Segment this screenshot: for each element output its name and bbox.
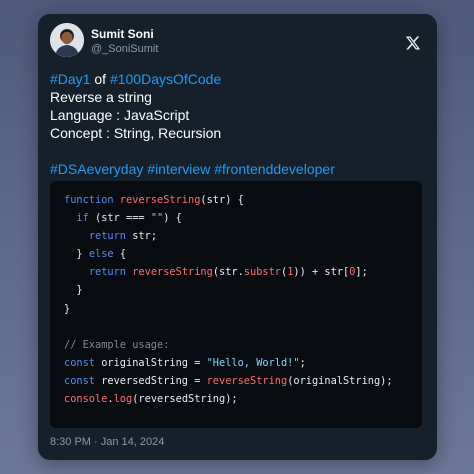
tweet-card: Sumit Soni @_SoniSumit #Day1 of #100Days… bbox=[38, 14, 437, 460]
code-token: reverseString bbox=[206, 374, 288, 387]
code-line: console.log(reversedString); bbox=[64, 390, 393, 408]
code-token: (originalString); bbox=[287, 374, 393, 387]
tweet-line-2: Reverse a string bbox=[50, 89, 152, 105]
code-token: reversedString = bbox=[95, 374, 207, 387]
code-token: const bbox=[64, 374, 95, 387]
hashtag-link[interactable]: #frontenddeveloper bbox=[214, 161, 335, 177]
code-block: function reverseString(str) { if (str ==… bbox=[64, 191, 393, 408]
code-token: } bbox=[64, 302, 71, 315]
hashtag-link[interactable]: #interview bbox=[147, 161, 210, 177]
code-token: (str === bbox=[88, 212, 151, 225]
code-token: function bbox=[64, 194, 120, 206]
code-token: ; bbox=[299, 356, 306, 369]
avatar-icon[interactable] bbox=[50, 23, 84, 57]
code-token: return bbox=[88, 230, 127, 243]
code-token: } bbox=[64, 248, 89, 261]
code-line: } bbox=[64, 300, 393, 318]
hashtag-link[interactable]: #100DaysOfCode bbox=[110, 71, 221, 87]
code-token: originalString = bbox=[95, 356, 207, 369]
tweet-text: #Day1 of #100DaysOfCode Reverse a string… bbox=[50, 70, 422, 178]
code-token: reverseString bbox=[132, 266, 213, 279]
code-line: return reverseString(str.substr(1)) + st… bbox=[64, 263, 393, 281]
code-token: log bbox=[113, 393, 133, 406]
code-screenshot: function reverseString(str) { if (str ==… bbox=[50, 181, 422, 428]
code-token: substr bbox=[243, 266, 282, 279]
code-token: ) { bbox=[163, 212, 182, 225]
code-line: return str; bbox=[64, 227, 393, 245]
code-line: const originalString = "Hello, World!"; bbox=[64, 354, 393, 372]
hashtag-link[interactable]: #Day1 bbox=[50, 71, 90, 87]
code-token: "Hello, World!" bbox=[206, 356, 300, 369]
code-token: return bbox=[88, 266, 133, 279]
code-token: ]; bbox=[355, 266, 368, 279]
code-token: else bbox=[88, 248, 114, 261]
code-line: } else { bbox=[64, 245, 393, 263]
tweet-line-3: Language : JavaScript bbox=[50, 107, 190, 123]
code-token: } bbox=[64, 284, 83, 297]
code-line: if (str === "") { bbox=[64, 209, 393, 227]
code-line: const reversedString = reverseString(ori… bbox=[64, 372, 393, 390]
tweet-hashtags: #DSAeveryday #interview #frontenddevelop… bbox=[50, 160, 422, 178]
code-token: (reversedString); bbox=[132, 393, 238, 406]
code-line: // Example usage: bbox=[64, 336, 393, 354]
author-name[interactable]: Sumit Soni bbox=[91, 27, 154, 41]
code-token: (str. bbox=[212, 266, 244, 279]
tweet-line-4: Concept : String, Recursion bbox=[50, 125, 222, 141]
code-token: { bbox=[113, 248, 127, 261]
code-line: } bbox=[64, 281, 393, 299]
code-token: "" bbox=[150, 212, 164, 225]
code-token: reverseString bbox=[119, 194, 201, 206]
code-token: if bbox=[76, 212, 89, 225]
code-line: function reverseString(str) { bbox=[64, 191, 393, 209]
code-token: const bbox=[64, 356, 95, 369]
author-handle[interactable]: @_SoniSumit bbox=[91, 43, 158, 55]
code-token: )) + str[ bbox=[293, 266, 350, 279]
code-token: str; bbox=[126, 230, 158, 243]
code-token: (str) { bbox=[200, 194, 244, 206]
tweet-timestamp[interactable]: 8:30 PM · Jan 14, 2024 bbox=[50, 436, 164, 448]
tweet-text-segment: of bbox=[90, 71, 110, 87]
hashtag-link[interactable]: #DSAeveryday bbox=[50, 161, 143, 177]
x-logo-icon[interactable] bbox=[405, 35, 421, 51]
tweet-line-1: #Day1 of #100DaysOfCode bbox=[50, 70, 422, 88]
code-token: console bbox=[64, 393, 108, 406]
code-token: // Example usage: bbox=[64, 338, 170, 351]
